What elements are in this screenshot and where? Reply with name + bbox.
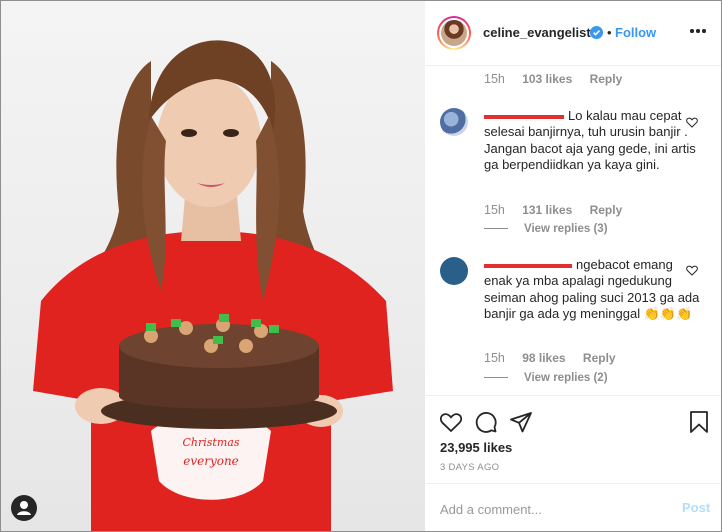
post-side-panel: celine_evangelista • Follow 15h 103 like…: [426, 1, 721, 531]
author-avatar[interactable]: [437, 16, 471, 50]
redacted-username: [484, 263, 572, 268]
commenter-avatar[interactable]: [440, 108, 468, 136]
comment-meta: 15h 131 likes Reply: [484, 203, 636, 217]
comment-body: Lo kalau mau cepat selesai banjirnya, tu…: [484, 108, 704, 173]
post-actions: 23,995 likes 3 DAYS AGO: [426, 395, 721, 484]
follow-button[interactable]: Follow: [615, 25, 656, 40]
comment-time: 15h: [484, 72, 505, 86]
comment-input[interactable]: [438, 498, 662, 520]
likes-count[interactable]: 23,995 likes: [440, 440, 512, 455]
like-comment-heart-icon[interactable]: [686, 265, 698, 276]
comment-icon[interactable]: [474, 410, 498, 434]
view-replies-label: View replies (3): [524, 223, 608, 235]
separator-dot: •: [607, 25, 612, 40]
post-date[interactable]: 3 DAYS AGO: [440, 462, 499, 473]
comment-time: 15h: [484, 203, 505, 217]
comment-time: 15h: [484, 351, 505, 365]
comment-meta: 15h 98 likes Reply: [484, 351, 630, 365]
tagged-user-icon[interactable]: [11, 495, 37, 521]
comments-list[interactable]: 15h 103 likes Reply Lo kalau mau cepat s…: [426, 66, 721, 394]
comment-composer: Post: [426, 483, 721, 531]
reply-button[interactable]: Reply: [590, 203, 623, 217]
comment-meta: 15h 103 likes Reply: [484, 72, 636, 86]
reply-button[interactable]: Reply: [583, 351, 616, 365]
like-comment-heart-icon[interactable]: [686, 117, 698, 128]
view-replies-button[interactable]: View replies (2): [484, 372, 608, 384]
more-options-icon[interactable]: [690, 28, 706, 34]
shirt-print-text: everyone: [183, 454, 239, 468]
commenter-avatar[interactable]: [440, 257, 468, 285]
post-comment-button[interactable]: Post: [682, 500, 710, 515]
comment-likes[interactable]: 103 likes: [522, 72, 572, 86]
redacted-username: [484, 114, 564, 119]
comment-body: ngebacot emang enak ya mba apalagi ngedu…: [484, 257, 704, 322]
comment-likes[interactable]: 131 likes: [522, 203, 572, 217]
bookmark-icon[interactable]: [687, 410, 711, 434]
view-replies-label: View replies (2): [524, 372, 608, 384]
post-header: celine_evangelista • Follow: [426, 1, 721, 66]
heart-icon[interactable]: [439, 410, 463, 434]
view-replies-button[interactable]: View replies (3): [484, 223, 608, 235]
share-icon[interactable]: [509, 410, 533, 434]
comment-likes[interactable]: 98 likes: [522, 351, 565, 365]
verified-badge-icon: [590, 26, 603, 39]
photo-illustration: Christmas everyone: [33, 40, 393, 531]
reply-button[interactable]: Reply: [590, 72, 623, 86]
post-photo[interactable]: Christmas everyone: [1, 1, 425, 531]
shirt-print-top: Christmas: [183, 436, 240, 449]
instagram-post-window: Christmas everyone celine_evangelista • …: [0, 0, 722, 532]
author-username[interactable]: celine_evangelista: [483, 25, 598, 40]
